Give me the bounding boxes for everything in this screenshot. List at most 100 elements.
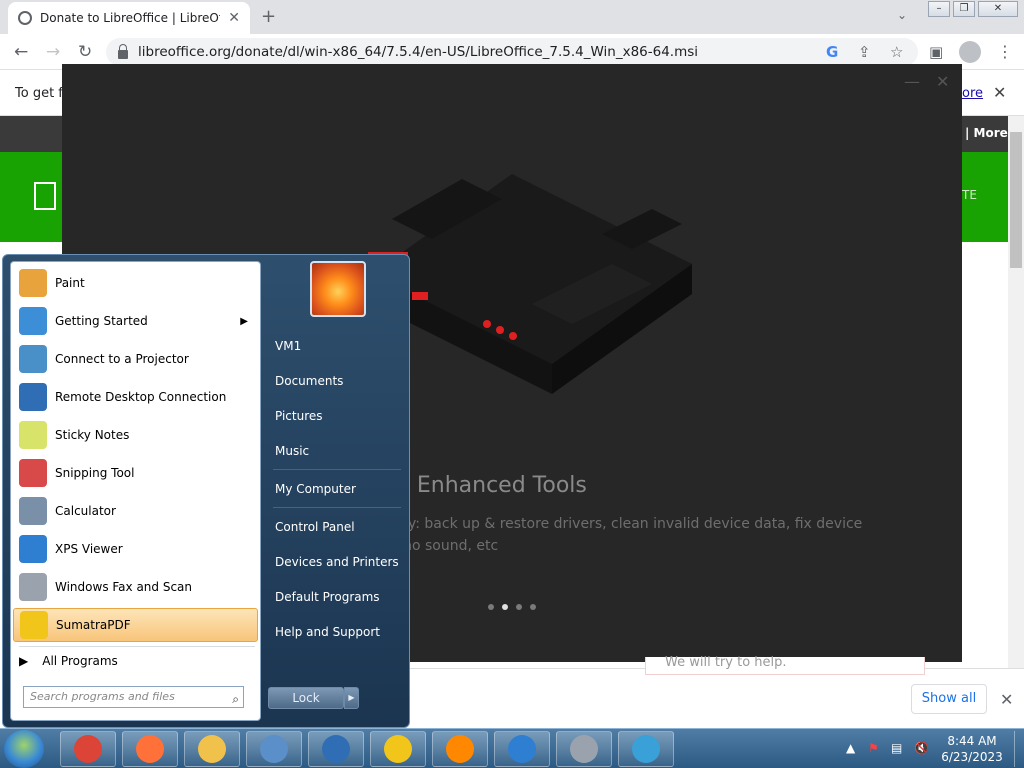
- start-right-item[interactable]: Default Programs: [275, 590, 380, 604]
- libreoffice-logo-icon: [34, 182, 56, 210]
- taskbar-fax-scan-button[interactable]: [556, 731, 612, 767]
- sticky-notes-icon: [19, 421, 47, 449]
- program-label: Connect to a Projector: [55, 352, 189, 366]
- programs-pane: Paint Getting Started ▶ Connect to a Projec…: [10, 261, 261, 721]
- menu-kebab-icon[interactable]: ⋮: [997, 42, 1013, 61]
- start-right-item[interactable]: Music: [275, 444, 309, 458]
- start-right-item[interactable]: Devices and Printers: [275, 555, 399, 569]
- file-explorer-icon: [198, 735, 226, 763]
- program-item[interactable]: Remote Desktop Connection: [13, 380, 258, 414]
- carousel-dot[interactable]: [488, 604, 494, 610]
- network-icon[interactable]: ▤: [891, 741, 902, 755]
- lock-icon[interactable]: [118, 43, 128, 59]
- back-icon[interactable]: ←: [14, 42, 28, 62]
- address-bar[interactable]: libreoffice.org/donate/dl/win-x86_64/7.5…: [106, 38, 918, 66]
- overlay-minimize-icon[interactable]: —: [904, 72, 920, 91]
- program-item[interactable]: Windows Fax and Scan: [13, 570, 258, 604]
- search-placeholder: Search programs and files: [30, 690, 175, 703]
- 10bit-app-icon: [632, 735, 660, 763]
- lock-button[interactable]: Lock: [268, 687, 344, 709]
- header-edge-text-icon: TE: [962, 188, 977, 202]
- start-right-item[interactable]: Control Panel: [275, 520, 355, 534]
- program-item[interactable]: Getting Started ▶: [13, 304, 258, 338]
- tab-title: Donate to LibreOffice | LibreOffice: [40, 11, 220, 25]
- taskbar-sumatrapdf-button[interactable]: [370, 731, 426, 767]
- program-item[interactable]: Snipping Tool: [13, 456, 258, 490]
- minimize-button[interactable]: –: [928, 1, 950, 17]
- paint-icon: [19, 269, 47, 297]
- program-item[interactable]: Calculator: [13, 494, 258, 528]
- user-avatar[interactable]: [310, 261, 366, 317]
- carousel-dot[interactable]: [502, 604, 508, 610]
- infobar-link[interactable]: ore: [962, 86, 983, 101]
- url-text[interactable]: libreoffice.org/donate/dl/win-x86_64/7.5…: [138, 44, 698, 60]
- program-label: Getting Started: [55, 314, 148, 328]
- submenu-arrow-icon: ▶: [240, 315, 248, 327]
- profile-avatar-icon[interactable]: [959, 41, 981, 63]
- sumatrapdf-icon: [20, 611, 48, 639]
- bookmark-star-icon[interactable]: ☆: [890, 43, 903, 61]
- side-panel-icon[interactable]: ▣: [929, 43, 943, 61]
- start-right-item[interactable]: Documents: [275, 374, 343, 388]
- start-right-item[interactable]: Pictures: [275, 409, 323, 423]
- volume-muted-icon[interactable]: 🔇: [914, 741, 929, 755]
- show-desktop-button[interactable]: [1014, 731, 1024, 767]
- browser-tab[interactable]: Donate to LibreOffice | LibreOffice ✕: [8, 2, 250, 34]
- shutdown-options-arrow-icon[interactable]: ▶: [344, 687, 359, 709]
- projector-icon: [19, 345, 47, 373]
- globe-icon: [18, 11, 32, 25]
- start-right-item[interactable]: Help and Support: [275, 625, 380, 639]
- program-item[interactable]: Connect to a Projector: [13, 342, 258, 376]
- program-label: SumatraPDF: [56, 618, 131, 632]
- taskbar-10bit-app-button[interactable]: [618, 731, 674, 767]
- sumatrapdf-icon: [384, 735, 412, 763]
- system-clock[interactable]: 8:44 AM 6/23/2023: [934, 733, 1010, 765]
- overlay-close-icon[interactable]: ✕: [936, 72, 949, 91]
- taskbar-xps-viewer-button[interactable]: [494, 731, 550, 767]
- program-item[interactable]: SumatraPDF: [13, 608, 258, 642]
- search-icon[interactable]: ⌕: [232, 689, 239, 709]
- program-label: Remote Desktop Connection: [55, 390, 227, 404]
- tray-overflow-icon[interactable]: ▲: [846, 741, 855, 755]
- search-programs-input[interactable]: Search programs and files ⌕: [23, 686, 244, 708]
- start-right-item[interactable]: My Computer: [275, 482, 356, 496]
- program-item[interactable]: Paint: [13, 266, 258, 300]
- new-tab-button[interactable]: +: [261, 6, 276, 27]
- firefox-icon: [136, 735, 164, 763]
- carousel-dot[interactable]: [516, 604, 522, 610]
- action-center-icon[interactable]: ⚑: [868, 741, 879, 755]
- forward-icon[interactable]: →: [46, 42, 60, 62]
- clock-time: 8:44 AM: [947, 734, 997, 748]
- close-download-bar-icon[interactable]: ✕: [1000, 690, 1013, 709]
- program-item[interactable]: XPS Viewer: [13, 532, 258, 566]
- close-infobar-icon[interactable]: ✕: [993, 83, 1006, 102]
- taskbar-file-explorer-button[interactable]: [184, 731, 240, 767]
- taskbar-remote-desktop-button[interactable]: [308, 731, 364, 767]
- xps-viewer-icon: [19, 535, 47, 563]
- start-right-item[interactable]: VM1: [275, 339, 301, 353]
- maximize-button[interactable]: ❐: [953, 1, 975, 17]
- taskbar-vlc-button[interactable]: [432, 731, 488, 767]
- triangle-right-icon: ▶: [19, 654, 29, 668]
- remote-desktop-icon: [19, 383, 47, 411]
- taskbar-chrome-button[interactable]: [60, 731, 116, 767]
- all-programs-button[interactable]: ▶ All Programs: [19, 654, 118, 668]
- reload-icon[interactable]: ↻: [78, 42, 92, 62]
- program-label: Paint: [55, 276, 85, 290]
- program-item[interactable]: Sticky Notes: [13, 418, 258, 452]
- share-icon[interactable]: ⇪: [858, 43, 871, 61]
- program-label: Sticky Notes: [55, 428, 130, 442]
- scrollbar-thumb[interactable]: [1010, 132, 1022, 268]
- close-tab-icon[interactable]: ✕: [228, 10, 240, 26]
- getting-started-icon: [19, 307, 47, 335]
- chrome-icon: [74, 735, 102, 763]
- carousel-dot[interactable]: [530, 604, 536, 610]
- show-all-button[interactable]: Show all: [911, 684, 987, 714]
- tab-search-chevron-icon[interactable]: ⌄: [897, 8, 907, 22]
- taskbar-control-panel-button[interactable]: [246, 731, 302, 767]
- start-orb-icon[interactable]: [4, 730, 44, 768]
- program-label: Snipping Tool: [55, 466, 135, 480]
- close-window-button[interactable]: ✕: [978, 1, 1018, 17]
- taskbar-firefox-button[interactable]: [122, 731, 178, 767]
- google-translate-icon[interactable]: G: [826, 43, 838, 61]
